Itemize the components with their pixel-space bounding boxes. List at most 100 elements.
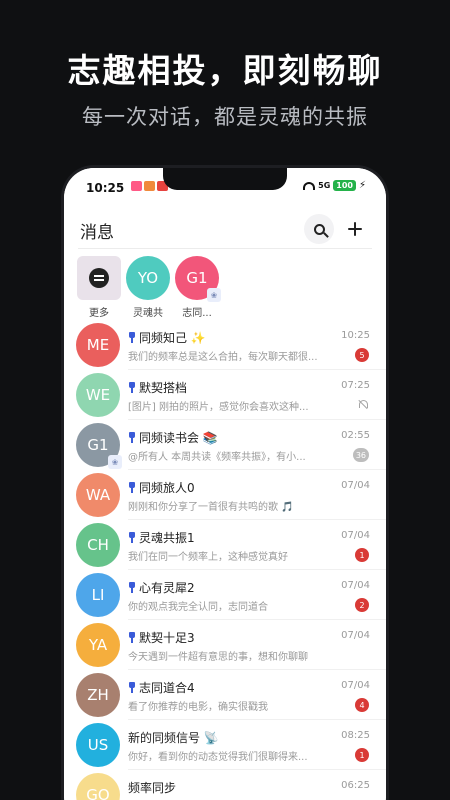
archive-icon [89,268,109,288]
avatar: ME [76,323,120,367]
unread-badge: 36 [352,448,369,462]
wifi-icon [303,181,316,190]
avatar: WA [76,473,120,517]
camera-notch [163,168,287,190]
unread-badge: 4 [355,698,369,712]
story-label: 志同... [182,308,212,319]
avatar: G1 ❀ [76,423,122,469]
story-item[interactable]: G1 ❀ 志同... [174,256,221,319]
phone-frame: 10:25 5G 100 ⚡ 消息 更多 YO 灵魂共 G1 ❀ 志同... ME 同频知己… [64,168,386,800]
notification-icons [131,181,168,191]
unread-badge: 1 [355,748,369,762]
status-indicators: 5G 100 ⚡ [303,180,366,191]
conversation-row[interactable]: ZH 志同道合4 看了你推荐的电影，确实很戳我 07/04 4 [64,670,386,720]
avatar-initials: WA [85,486,111,504]
avatar-initials: G1 [186,269,208,287]
group-icon: ❀ [207,288,221,302]
conversation-row[interactable]: WE 默契搭档 [图片] 刚拍的照片，感觉你会喜欢这种... 07:25 [64,370,386,420]
conversation-title: 频率同步 [128,779,176,796]
pin-icon [128,382,136,393]
conversation-row[interactable]: GO 频率同步 06:25 [64,770,386,800]
conversation-row[interactable]: ME 同频知己 ✨ 我们的频率总是这么合拍，每次聊天都很... 10:25 5 [64,320,386,370]
conversation-name: 默契十足3 [139,631,195,645]
search-button[interactable] [304,214,334,244]
message-preview: 我们的频率总是这么合拍，每次聊天都很... [128,352,318,363]
conversation-title: 同频读书会 📚 [128,429,218,446]
conversation-name: 同频读书会 📚 [139,431,218,445]
conversation-title: 志同道合4 [128,679,195,696]
avatar-initials: WE [85,386,111,404]
pin-icon [128,582,136,593]
story-item[interactable]: 更多 [76,256,122,319]
conversation-name: 同频旅人0 [139,481,195,495]
conversation-row[interactable]: YA 默契十足3 今天遇到一件超有意思的事，想和你聊聊 07/04 [64,620,386,670]
conversation-name: 频率同步 [128,781,177,795]
unread-badge: 1 [355,548,369,562]
story-avatar: G1 ❀ [175,256,221,302]
avatar: CH [76,523,120,567]
message-time: 10:25 [341,330,370,341]
conversation-name: 新的同频信号 📡 [128,731,219,745]
conversation-title: 心有灵犀2 [128,579,195,596]
conversation-title: 同频旅人0 [128,479,195,496]
avatar-initials: GO [86,786,110,800]
page-title: 消息 [80,223,114,243]
charging-icon: ⚡ [358,180,366,191]
message-time: 02:55 [341,430,370,441]
conversation-title: 灵魂共振1 [128,529,195,546]
conversation-name: 志同道合4 [139,681,195,695]
unread-badge: 5 [355,348,369,362]
story-label: 灵魂共 [133,308,163,319]
avatar-initials: LI [91,586,105,604]
add-button[interactable] [340,214,370,244]
avatar-initials: CH [87,536,109,554]
status-time: 10:25 [86,181,125,195]
unread-badge: 2 [355,598,369,612]
battery-icon: 100 [333,180,356,191]
group-icon: ❀ [108,455,122,469]
pin-icon [128,482,136,493]
message-time: 07:25 [341,380,370,391]
conversation-name: 同频知己 ✨ [139,331,206,345]
pin-icon [128,632,136,643]
conversation-row[interactable]: WA 同频旅人0 刚刚和你分享了一首很有共鸣的歌 🎵 07/04 [64,470,386,520]
conversation-name: 灵魂共振1 [139,531,195,545]
signal-icon: 5G [318,181,331,190]
message-time: 06:25 [341,780,370,791]
story-item[interactable]: YO 灵魂共 [125,256,171,319]
conversation-title: 同频知己 ✨ [128,329,206,346]
pin-icon [128,332,136,343]
avatar-initials: US [87,736,109,754]
message-preview: 今天遇到一件超有意思的事，想和你聊聊 [128,652,308,663]
conversation-row[interactable]: G1 ❀ 同频读书会 📚 @所有人 本周共读《频率共振》，有小... 02:55 36 [64,420,386,470]
status-bar: 10:25 5G 100 ⚡ [64,168,386,208]
pin-icon [128,532,136,543]
avatar-initials: ME [86,336,110,354]
search-icon [313,223,325,235]
message-preview: 看了你推荐的电影，确实很戳我 [128,702,268,713]
message-time: 08:25 [341,730,370,741]
avatar: US [76,723,120,767]
message-time: 07/04 [341,680,370,691]
pin-icon [128,682,136,693]
avatar: LI [76,573,120,617]
message-time: 07/04 [341,530,370,541]
conversation-row[interactable]: LI 心有灵犀2 你的观点我完全认同，志同道合 07/04 2 [64,570,386,620]
message-preview: 刚刚和你分享了一首很有共鸣的歌 🎵 [128,502,294,513]
promo-subtitle: 每一次对话，都是灵魂的共振 [82,105,368,129]
conversation-row[interactable]: CH 灵魂共振1 我们在同一个频率上，这种感觉真好 07/04 1 [64,520,386,570]
avatar: WE [76,373,120,417]
quick-contacts: 更多 YO 灵魂共 G1 ❀ 志同... [64,256,386,319]
avatar: ZH [76,673,120,717]
conversation-name: 默契搭档 [139,381,188,395]
conversation-row[interactable]: US 新的同频信号 📡 你好，看到你的动态觉得我们很聊得来... 08:25 1 [64,720,386,770]
pin-icon [128,432,136,443]
conversation-title: 默契十足3 [128,629,195,646]
story-label: 更多 [89,308,109,319]
message-time: 07/04 [341,480,370,491]
message-preview: [图片] 刚拍的照片，感觉你会喜欢这种... [128,402,309,413]
conversation-name: 心有灵犀2 [139,581,195,595]
header-divider [78,248,372,249]
message-preview: 你好，看到你的动态觉得我们很聊得来... [128,752,308,763]
plus-icon [348,222,362,236]
